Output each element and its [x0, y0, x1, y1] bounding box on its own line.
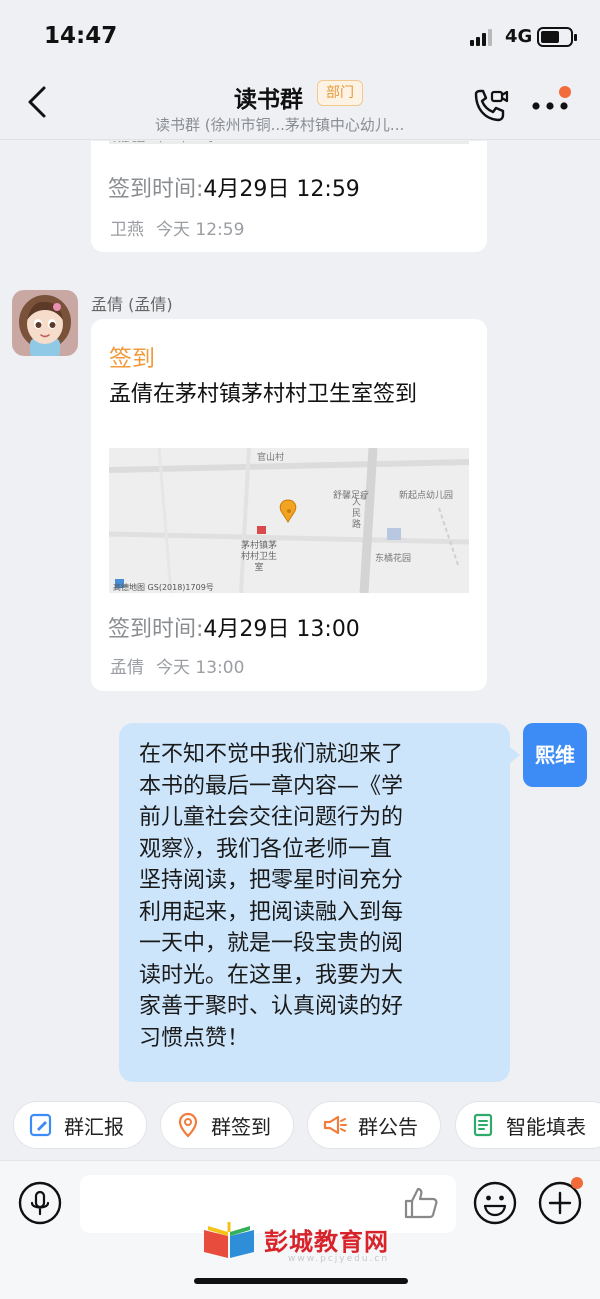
group-signin-button[interactable]: 群签到 [160, 1101, 294, 1149]
message-line: 前儿童社会交往问题行为的 [139, 805, 404, 830]
signin-card[interactable]: 高德地图 GS(2018)1709号 签到时间:4月29日 12:59 卫燕今天… [91, 141, 487, 252]
signin-time-value: 4月29日 13:00 [203, 617, 360, 642]
map-label: 舒馨足疗 [333, 491, 370, 501]
quick-action-label: 群签到 [211, 1114, 271, 1139]
signin-time: 签到时间:4月29日 12:59 [108, 171, 360, 203]
form-icon [473, 1113, 493, 1137]
message-line: 利用起来，把阅读融入到每 [139, 899, 404, 925]
message-line: 本书的最后一章内容—《学 [139, 773, 404, 799]
self-avatar[interactable]: 熙维 [523, 723, 587, 787]
message-list[interactable]: 高德地图 GS(2018)1709号 签到时间:4月29日 12:59 卫燕今天… [0, 141, 600, 1091]
megaphone-icon [323, 1115, 347, 1135]
department-badge: 部门 [317, 80, 363, 106]
signin-time-value: 4月29日 12:59 [203, 177, 360, 202]
message-line: 坚持阅读，把零星时间充分 [139, 868, 404, 893]
map-label: 茅村镇茅村村卫生室 [240, 541, 277, 573]
smart-form-button[interactable]: 智能填表 [455, 1101, 600, 1149]
signin-timestamp: 今天 12:59 [156, 220, 245, 240]
status-bar: 14:47 4G [0, 0, 600, 70]
more-options-icon[interactable] [530, 98, 574, 114]
message-line: 习惯点赞！ [139, 1025, 250, 1051]
map-label: 官山村 [257, 453, 285, 463]
message-line: 家善于聚时、认真阅读的好 [139, 994, 404, 1019]
notification-dot [571, 1177, 583, 1189]
chat-title[interactable]: 读书群 [234, 80, 303, 114]
chat-subtitle[interactable]: 读书群 (徐州市铜...茅村镇中心幼儿... [155, 114, 404, 135]
signin-time: 签到时间:4月29日 13:00 [108, 611, 360, 643]
signin-card[interactable]: 签到 孟倩在茅村镇茅村村卫生室签到 官山村 舒馨足疗 新起点幼儿园 人民路 茅村… [91, 319, 487, 691]
network-label: 4G [505, 26, 533, 47]
quick-action-label: 群汇报 [64, 1114, 124, 1139]
message-line: 读时光。在这里，我要为大 [139, 962, 404, 988]
group-report-button[interactable]: 群汇报 [13, 1101, 147, 1149]
thumbs-up-icon[interactable] [402, 1185, 440, 1221]
back-arrow-icon[interactable] [22, 84, 52, 120]
status-time: 14:47 [44, 23, 118, 49]
map-credit: 高德地图 GS(2018)1709号 [113, 141, 214, 144]
map-label: 人民路 [352, 498, 362, 530]
quick-action-label: 群公告 [358, 1114, 418, 1139]
report-icon [29, 1113, 52, 1137]
sender-name: 孟倩 (孟倩) [91, 295, 173, 314]
signin-meta: 卫燕 今天 12:59 [110, 215, 244, 240]
message-line: 在不知不觉中我们就迎来了 [139, 742, 404, 767]
map-credit: 高德地图 GS(2018)1709号 [113, 583, 214, 592]
book-logo-icon [204, 1222, 254, 1258]
signin-time-label: 签到时间: [108, 617, 204, 642]
message-bubble[interactable]: 在不知不觉中我们就迎来了 本书的最后一章内容—《学 前儿童社会交往问题行为的 观… [119, 723, 520, 1082]
group-notice-button[interactable]: 群公告 [307, 1101, 441, 1149]
signin-user: 卫燕 [110, 220, 144, 240]
map-thumbnail[interactable]: 高德地图 GS(2018)1709号 [109, 141, 469, 144]
notification-dot [559, 86, 571, 98]
battery-icon [537, 27, 577, 47]
quick-action-label: 智能填表 [506, 1114, 586, 1139]
map-thumbnail[interactable]: 官山村 舒馨足疗 新起点幼儿园 人民路 茅村镇茅村村卫生室 东橘花园 高德地图 … [109, 448, 469, 593]
signin-time-label: 签到时间: [108, 177, 204, 202]
watermark-url: www.pcjyedu.cn [288, 1254, 390, 1264]
message-line: 观察》，我们各位老师一直 [139, 836, 393, 862]
signal-icon [470, 28, 496, 46]
watermark: 彭城教育网 www.pcjyedu.cn [200, 1218, 420, 1268]
avatar[interactable] [12, 290, 78, 356]
signin-user: 孟倩 [110, 658, 144, 678]
voice-icon[interactable] [18, 1181, 62, 1225]
home-indicator[interactable] [194, 1278, 408, 1284]
map-label: 新起点幼儿园 [399, 491, 454, 501]
map-label: 东橘花园 [375, 554, 412, 564]
watermark-text: 彭城教育网 [264, 1228, 389, 1256]
signin-heading: 签到 [109, 346, 155, 372]
location-pin-icon [178, 1112, 198, 1138]
nav-header: 读书群 部门 读书群 (徐州市铜...茅村镇中心幼儿... [0, 70, 600, 140]
emoji-icon[interactable] [473, 1181, 517, 1225]
phone-video-call-icon[interactable] [470, 88, 510, 124]
signin-location-text: 孟倩在茅村镇茅村村卫生室签到 [109, 382, 418, 407]
signin-timestamp: 今天 13:00 [156, 658, 245, 678]
message-line: 一天中，就是一段宝贵的阅 [139, 931, 404, 956]
quick-action-bar[interactable]: 群汇报 群签到 群公告 智能填表 [0, 1095, 600, 1157]
signin-meta: 孟倩 今天 13:00 [110, 653, 244, 678]
